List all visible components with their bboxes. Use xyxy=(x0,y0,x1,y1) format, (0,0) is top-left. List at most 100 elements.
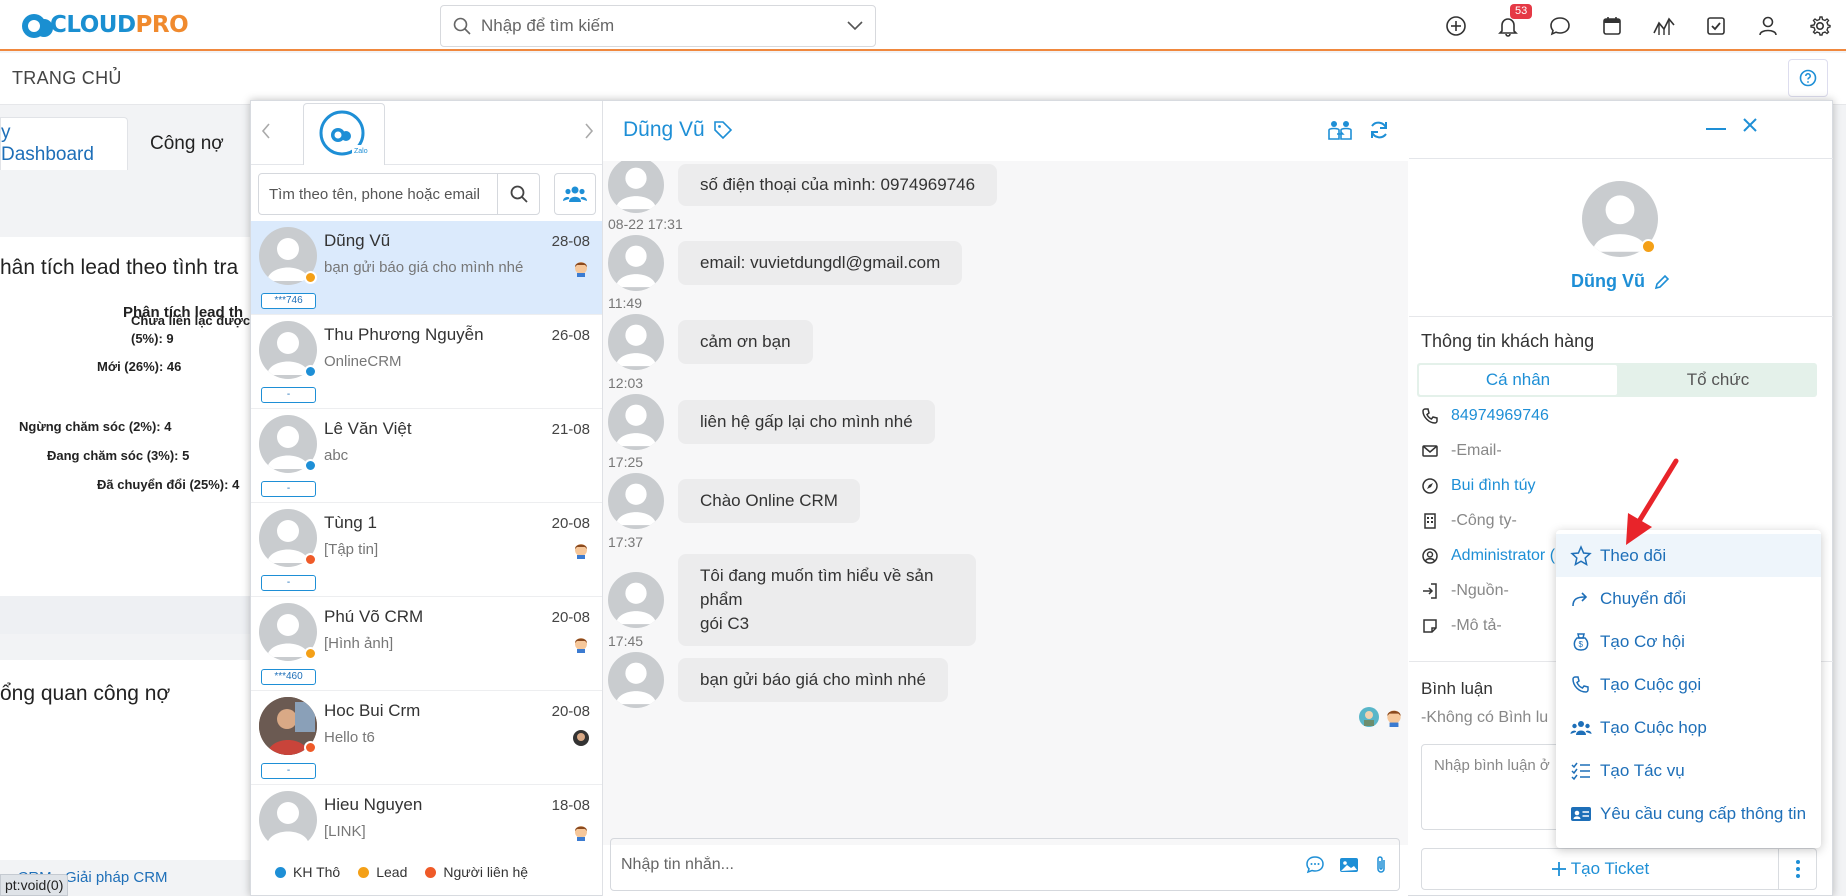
message-bubble: bạn gửi báo giá cho mình nhé xyxy=(678,658,948,702)
legend-item-nguoi-lien-he: Người liên hệ xyxy=(425,864,528,880)
quick-reply-icon[interactable] xyxy=(1305,855,1325,875)
agent-avatar-icon xyxy=(575,262,587,277)
tab-to-chuc[interactable]: Tổ chức xyxy=(1619,363,1817,397)
tab-cong-no[interactable]: Công nợ xyxy=(128,117,246,170)
add-button[interactable] xyxy=(1430,0,1482,51)
message-row: cảm ơn bạn xyxy=(608,314,813,370)
message-bubble: liên hệ gấp lại cho mình nhé xyxy=(678,400,935,444)
cloudpro-logo[interactable]: CLOUDPRO xyxy=(20,8,189,42)
global-search-input[interactable] xyxy=(481,16,847,36)
tag-icon[interactable] xyxy=(713,120,733,140)
legend-item-kh-tho: KH Thô xyxy=(275,864,340,880)
global-search[interactable] xyxy=(440,5,876,47)
star-icon xyxy=(1570,544,1592,566)
phone-value[interactable]: 84974969746 xyxy=(1451,407,1549,425)
conversation-item[interactable]: ***746 Dũng Vũ bạn gửi báo giá cho mình … xyxy=(251,221,602,315)
default-avatar-icon xyxy=(615,662,657,705)
owner-value[interactable]: Administrator ( xyxy=(1451,547,1555,565)
conversation-name: Lê Văn Việt xyxy=(324,419,412,438)
edit-pencil-icon[interactable] xyxy=(1653,273,1671,291)
settings-button[interactable] xyxy=(1794,0,1846,51)
chart-label-chua-lien-lac-value: (5%): 9 xyxy=(131,331,174,346)
conversation-item[interactable]: - Lê Văn Việt abc 21-08 xyxy=(251,409,602,503)
menu-item-label: Tạo Cuộc gọi xyxy=(1600,674,1702,694)
assign-users-icon[interactable] xyxy=(1328,119,1352,141)
chevron-left-icon[interactable] xyxy=(261,123,271,139)
task-list-icon xyxy=(1571,762,1590,780)
conversation-item[interactable]: - Hoc Bui Crm Hello t6 20-08 xyxy=(251,691,602,785)
message-bubble: email: vuvietdungdl@gmail.com xyxy=(678,241,963,285)
image-icon[interactable] xyxy=(1339,855,1359,875)
plus-icon xyxy=(1551,862,1566,876)
menu-item-yeu-cau-thong-tin[interactable]: Yêu cầu cung cấp thông tin xyxy=(1556,792,1821,835)
minimize-icon[interactable] xyxy=(1706,127,1726,131)
section-title: Thông tin khách hàng xyxy=(1421,331,1595,351)
conversation-preview: OnlineCRM xyxy=(324,353,402,370)
tab-dashboard[interactable]: y Dashboard xyxy=(0,117,128,170)
status-dot xyxy=(304,741,317,754)
notifications-button[interactable]: 53 xyxy=(1482,0,1534,51)
message-time: 17:37 xyxy=(608,534,644,550)
menu-item-label: Yêu cầu cung cấp thông tin xyxy=(1600,803,1807,823)
conversation-item[interactable]: - Thu Phương Nguyễn OnlineCRM 26-08 xyxy=(251,315,602,409)
menu-item-chuyen-doi[interactable]: Chuyển đổi xyxy=(1556,577,1821,620)
id-card-icon xyxy=(1571,806,1591,821)
reports-button[interactable] xyxy=(1638,0,1690,51)
conversation-search-button[interactable] xyxy=(497,174,539,214)
message-row: liên hệ gấp lại cho mình nhé xyxy=(608,394,935,450)
zalo-label: Zalo xyxy=(354,148,368,155)
calendar-icon xyxy=(1603,16,1621,35)
attachment-icon[interactable] xyxy=(1373,855,1389,875)
source-value: -Nguồn- xyxy=(1451,582,1509,599)
message-composer[interactable] xyxy=(610,838,1400,891)
refresh-icon[interactable] xyxy=(1368,119,1390,141)
ticket-actions: Tạo Ticket xyxy=(1421,848,1817,890)
zalo-channel-tab[interactable]: Zalo xyxy=(303,103,385,165)
chevron-down-icon[interactable] xyxy=(847,21,863,31)
conversation-search-input[interactable] xyxy=(259,185,497,203)
conversation-preview: [Tập tin] xyxy=(324,541,379,558)
users-group-icon xyxy=(563,186,587,202)
plus-circle-icon xyxy=(1446,15,1466,36)
panel-title: ổng quan công nợ xyxy=(0,682,171,705)
avatar xyxy=(608,161,664,213)
conversation-name: Phú Võ CRM xyxy=(324,607,424,626)
chat-button[interactable] xyxy=(1534,0,1586,51)
group-filter-button[interactable] xyxy=(554,173,596,215)
message-input[interactable] xyxy=(621,855,1305,874)
address-value[interactable]: Bui đình túy xyxy=(1451,477,1536,495)
menu-item-label: Tạo Cơ hội xyxy=(1600,631,1685,651)
task-check-icon xyxy=(1707,16,1725,35)
conversation-date: 20-08 xyxy=(551,609,590,626)
menu-item-tao-co-hoi[interactable]: $ Tạo Cơ hội xyxy=(1556,620,1821,663)
source-row: -Nguồn- xyxy=(1421,582,1509,600)
conversation-preview: [Hình ảnh] xyxy=(324,635,394,652)
more-actions-button[interactable] xyxy=(1778,849,1816,889)
company-row: -Công ty- xyxy=(1421,512,1517,530)
create-ticket-button[interactable]: Tạo Ticket xyxy=(1422,849,1778,889)
conversation-search[interactable] xyxy=(258,173,540,215)
calendar-button[interactable] xyxy=(1586,0,1638,51)
menu-item-theo-doi[interactable]: Theo dõi xyxy=(1556,534,1821,577)
avatar xyxy=(608,473,664,529)
chat-contact-name[interactable]: Dũng Vũ xyxy=(623,118,705,142)
tasks-button[interactable] xyxy=(1690,0,1742,51)
conversation-item[interactable]: Hieu Nguyen [LINK] 18-08 xyxy=(251,785,602,841)
close-icon[interactable] xyxy=(1742,117,1758,133)
conversation-item[interactable]: - Tùng 1 [Tập tin] 20-08 xyxy=(251,503,602,597)
menu-item-tao-tac-vu[interactable]: Tạo Tác vụ xyxy=(1556,749,1821,792)
agent-photo-icon xyxy=(573,730,589,746)
message-row: bạn gửi báo giá cho mình nhé xyxy=(608,652,948,708)
chevron-right-icon[interactable] xyxy=(584,123,594,139)
menu-item-tao-cuoc-goi[interactable]: Tạo Cuộc gọi xyxy=(1556,663,1821,706)
legend-label: Lead xyxy=(376,864,408,880)
help-button[interactable] xyxy=(1788,59,1828,97)
description-value: -Mô tả- xyxy=(1451,617,1502,634)
default-avatar-icon xyxy=(615,404,657,447)
address-row: Bui đình túy xyxy=(1421,477,1536,495)
menu-item-tao-cuoc-hop[interactable]: Tạo Cuộc họp xyxy=(1556,706,1821,749)
chart-label-dang-cham-soc: Đang chăm sóc (3%): 5 xyxy=(47,448,190,463)
profile-button[interactable] xyxy=(1742,0,1794,51)
conversation-item[interactable]: ***460 Phú Võ CRM [Hình ảnh] 20-08 xyxy=(251,597,602,691)
tab-ca-nhan[interactable]: Cá nhân xyxy=(1419,365,1617,395)
